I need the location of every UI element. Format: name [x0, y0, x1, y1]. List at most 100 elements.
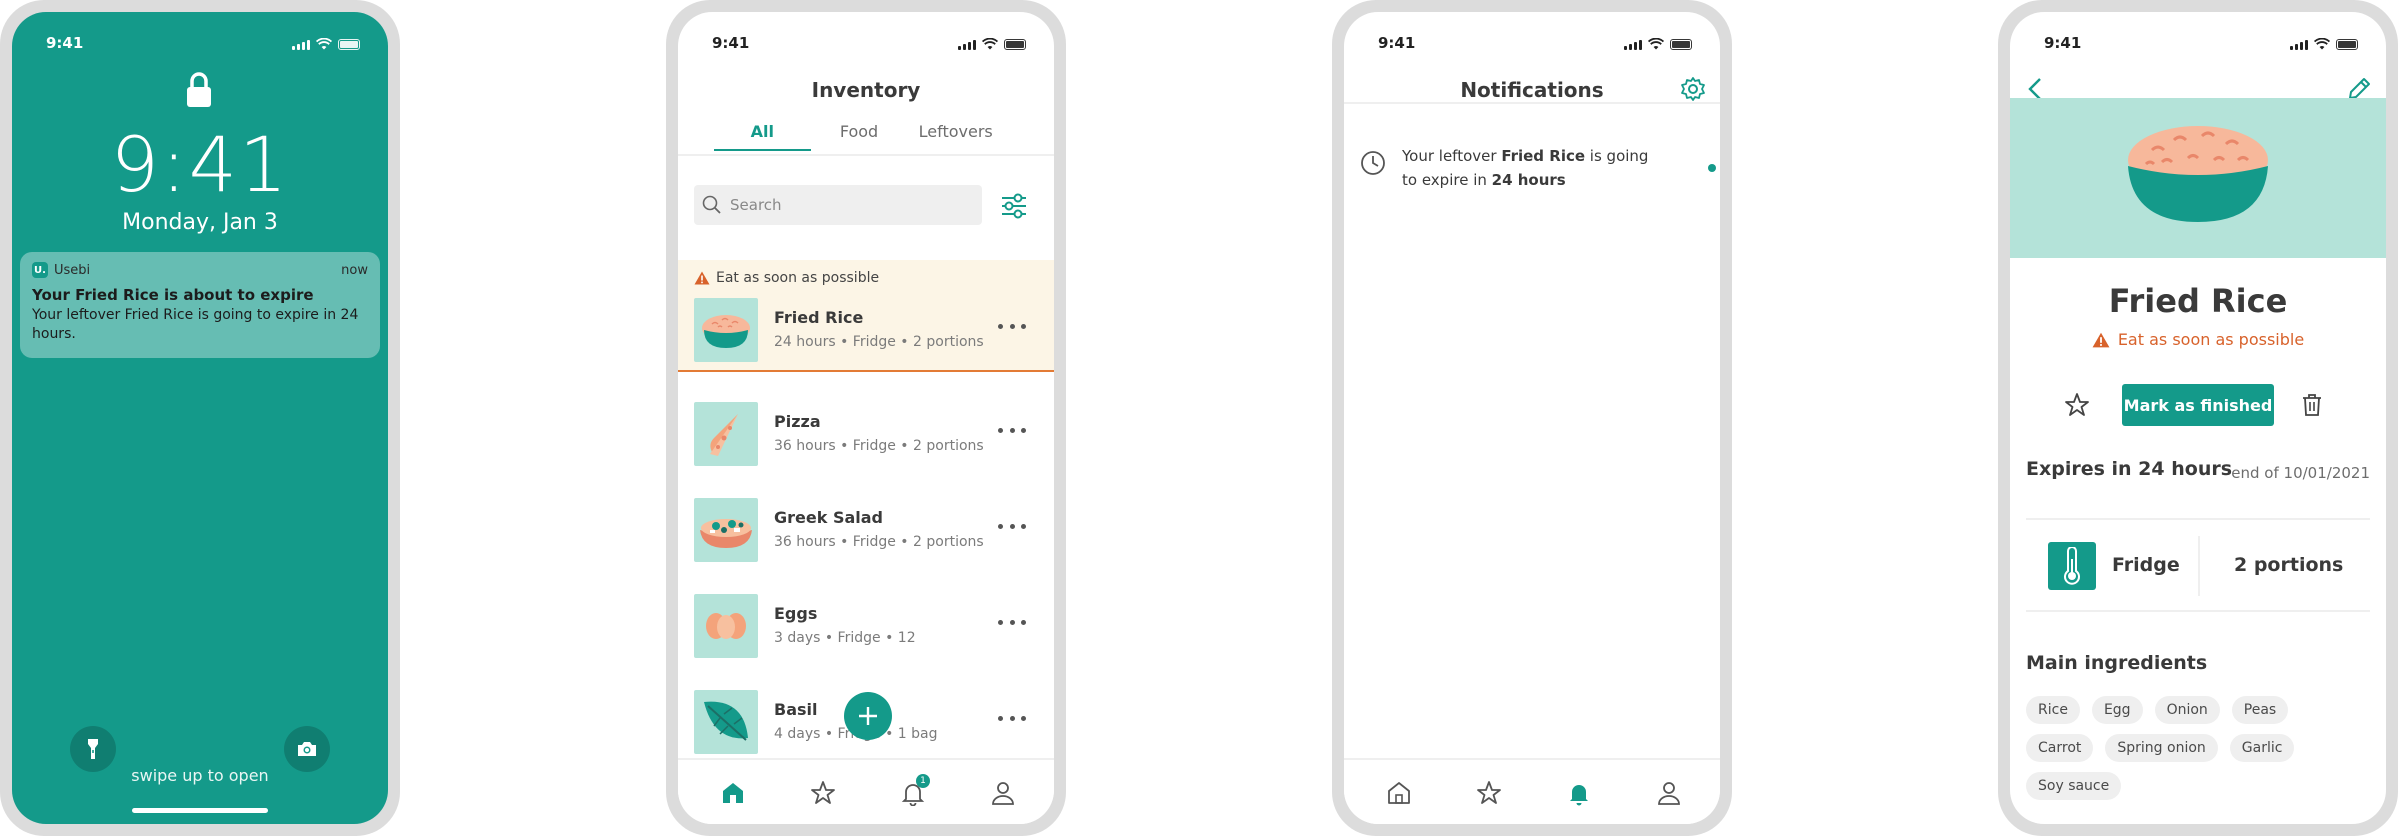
home-indicator[interactable] [132, 808, 268, 813]
wifi-icon [316, 38, 332, 50]
battery-icon [1004, 39, 1026, 50]
wifi-icon [1648, 38, 1664, 50]
inventory-tabs: All Food Leftovers [714, 122, 1004, 151]
wifi-icon [982, 38, 998, 50]
status-time: 9:41 [1378, 34, 1416, 52]
tab-favorites[interactable] [808, 778, 838, 808]
ingredient-chip: Garlic [2229, 734, 2295, 762]
lock-screen: 9:41 9:41 Monday, Jan 3 U. Usebi now You… [12, 12, 388, 824]
notification-count-badge: 1 [916, 774, 930, 788]
status-time: 9:41 [712, 34, 750, 52]
tab-leftovers[interactable]: Leftovers [907, 122, 1004, 151]
tab-bar [1344, 758, 1720, 824]
tab-home[interactable] [718, 778, 748, 808]
signal-icon [292, 40, 310, 50]
expiry-date: end of 10/01/2021 [2231, 464, 2370, 482]
storage-location: Fridge [2112, 554, 2180, 576]
expiry-label: Expires in 24 hours [2026, 458, 2233, 480]
search-icon [702, 195, 721, 214]
action-row: Mark as finished [2010, 384, 2386, 426]
lock-icon [187, 72, 211, 107]
fried-rice-thumbnail [694, 298, 758, 362]
ingredient-chip: Onion [2154, 696, 2220, 724]
search-placeholder: Search [730, 196, 782, 214]
mark-as-finished-button[interactable]: Mark as finished [2122, 384, 2274, 426]
header-divider [678, 154, 1054, 156]
notification-app-name: Usebi [54, 262, 91, 278]
ingredient-chip: Peas [2231, 696, 2289, 724]
notification-body: Your leftover Fried Rice is going to exp… [32, 307, 359, 342]
more-options-icon[interactable] [998, 428, 1026, 436]
notifications-phone: 9:41 Notifications Your leftover Fried R… [1332, 0, 1732, 836]
food-title: Fried Rice [2108, 282, 2288, 320]
eggs-thumbnail [694, 594, 758, 658]
ingredient-chip: Egg [2091, 696, 2143, 724]
user-icon [1658, 782, 1680, 805]
pizza-thumbnail [694, 402, 758, 466]
item-meta: 3 days • Fridge • 12 [774, 630, 916, 646]
lock-date: Monday, Jan 3 [122, 210, 278, 235]
tab-home[interactable] [1384, 778, 1414, 808]
plus-icon [859, 707, 877, 725]
favorite-star-icon[interactable] [2064, 392, 2090, 418]
item-name: Basil [774, 700, 818, 719]
unread-dot [1708, 164, 1716, 172]
ingredient-chip: Soy sauce [2026, 772, 2122, 800]
tab-food[interactable]: Food [811, 122, 908, 151]
list-item[interactable]: Eggs 3 days • Fridge • 12 [678, 594, 1054, 666]
ingredient-chip: Spring onion [2105, 734, 2218, 762]
ingredient-chip: Carrot [2026, 734, 2094, 762]
status-time: 9:41 [46, 34, 84, 52]
tab-bar: 1 [678, 758, 1054, 824]
notification-text: Your leftover Fried Rice is going to exp… [1402, 147, 1649, 189]
page-title: Notifications [1460, 78, 1604, 102]
notification-time: now [341, 262, 368, 278]
bell-icon [1570, 785, 1588, 806]
battery-icon [2336, 39, 2358, 50]
tab-notifications[interactable]: 1 [898, 774, 930, 808]
more-options-icon[interactable] [998, 620, 1026, 628]
page-title: Inventory [811, 78, 921, 102]
settings-gear-icon[interactable] [1680, 76, 1706, 102]
add-item-button[interactable] [844, 692, 892, 740]
battery-icon [338, 39, 360, 50]
list-item[interactable]: Pizza 36 hours • Fridge • 2 portions [678, 402, 1054, 474]
tab-profile[interactable] [1654, 778, 1684, 808]
more-options-icon[interactable] [998, 324, 1026, 332]
list-item[interactable]: Greek Salad 36 hours • Fridge • 2 portio… [678, 498, 1054, 570]
user-icon [992, 782, 1014, 805]
tab-all[interactable]: All [714, 122, 811, 151]
tab-favorites[interactable] [1474, 778, 1504, 808]
clock-icon [1361, 151, 1385, 175]
more-options-icon[interactable] [998, 524, 1026, 532]
item-name: Eggs [774, 604, 818, 623]
ingredients-heading: Main ingredients [2026, 652, 2208, 674]
item-name: Fried Rice [774, 308, 864, 327]
urgent-label: Eat as soon as possible [694, 270, 879, 286]
tab-profile[interactable] [988, 778, 1018, 808]
status-bar: 9:41 [1344, 12, 1720, 56]
ingredient-chip: Rice [2026, 696, 2080, 724]
trash-icon[interactable] [2300, 392, 2324, 418]
ingredient-chips: Rice Egg Onion Peas Carrot Spring onion … [2026, 696, 2366, 800]
inventory-phone: 9:41 Inventory All Food Leftovers Search [666, 0, 1066, 836]
tab-notifications[interactable] [1564, 778, 1594, 808]
lock-screen-phone: 9:41 9:41 Monday, Jan 3 U. Usebi now You… [0, 0, 400, 836]
notification-title: Your Fried Rice is about to expire [32, 286, 314, 304]
signal-icon [1624, 40, 1642, 50]
detail-phone: 9:41 Fried Rice Eat as soon as possible … [1998, 0, 2398, 836]
star-icon [811, 781, 835, 804]
lock-clock: 9:41 [110, 120, 290, 209]
signal-icon [2290, 40, 2308, 50]
push-notification[interactable]: U. Usebi now Your Fried Rice is about to… [20, 252, 380, 358]
more-options-icon[interactable] [998, 716, 1026, 724]
list-item[interactable]: Fried Rice 24 hours • Fridge • 2 portion… [678, 298, 1054, 370]
status-bar: 9:41 [2010, 12, 2386, 56]
home-icon [1388, 782, 1410, 804]
app-logo-icon: U. [32, 262, 48, 278]
filter-icon[interactable] [998, 190, 1030, 222]
status-bar: 9:41 [678, 12, 1054, 56]
search-input[interactable]: Search [694, 185, 982, 225]
detail-screen: 9:41 Fried Rice Eat as soon as possible … [2010, 12, 2386, 824]
inventory-screen: 9:41 Inventory All Food Leftovers Search [678, 12, 1054, 824]
